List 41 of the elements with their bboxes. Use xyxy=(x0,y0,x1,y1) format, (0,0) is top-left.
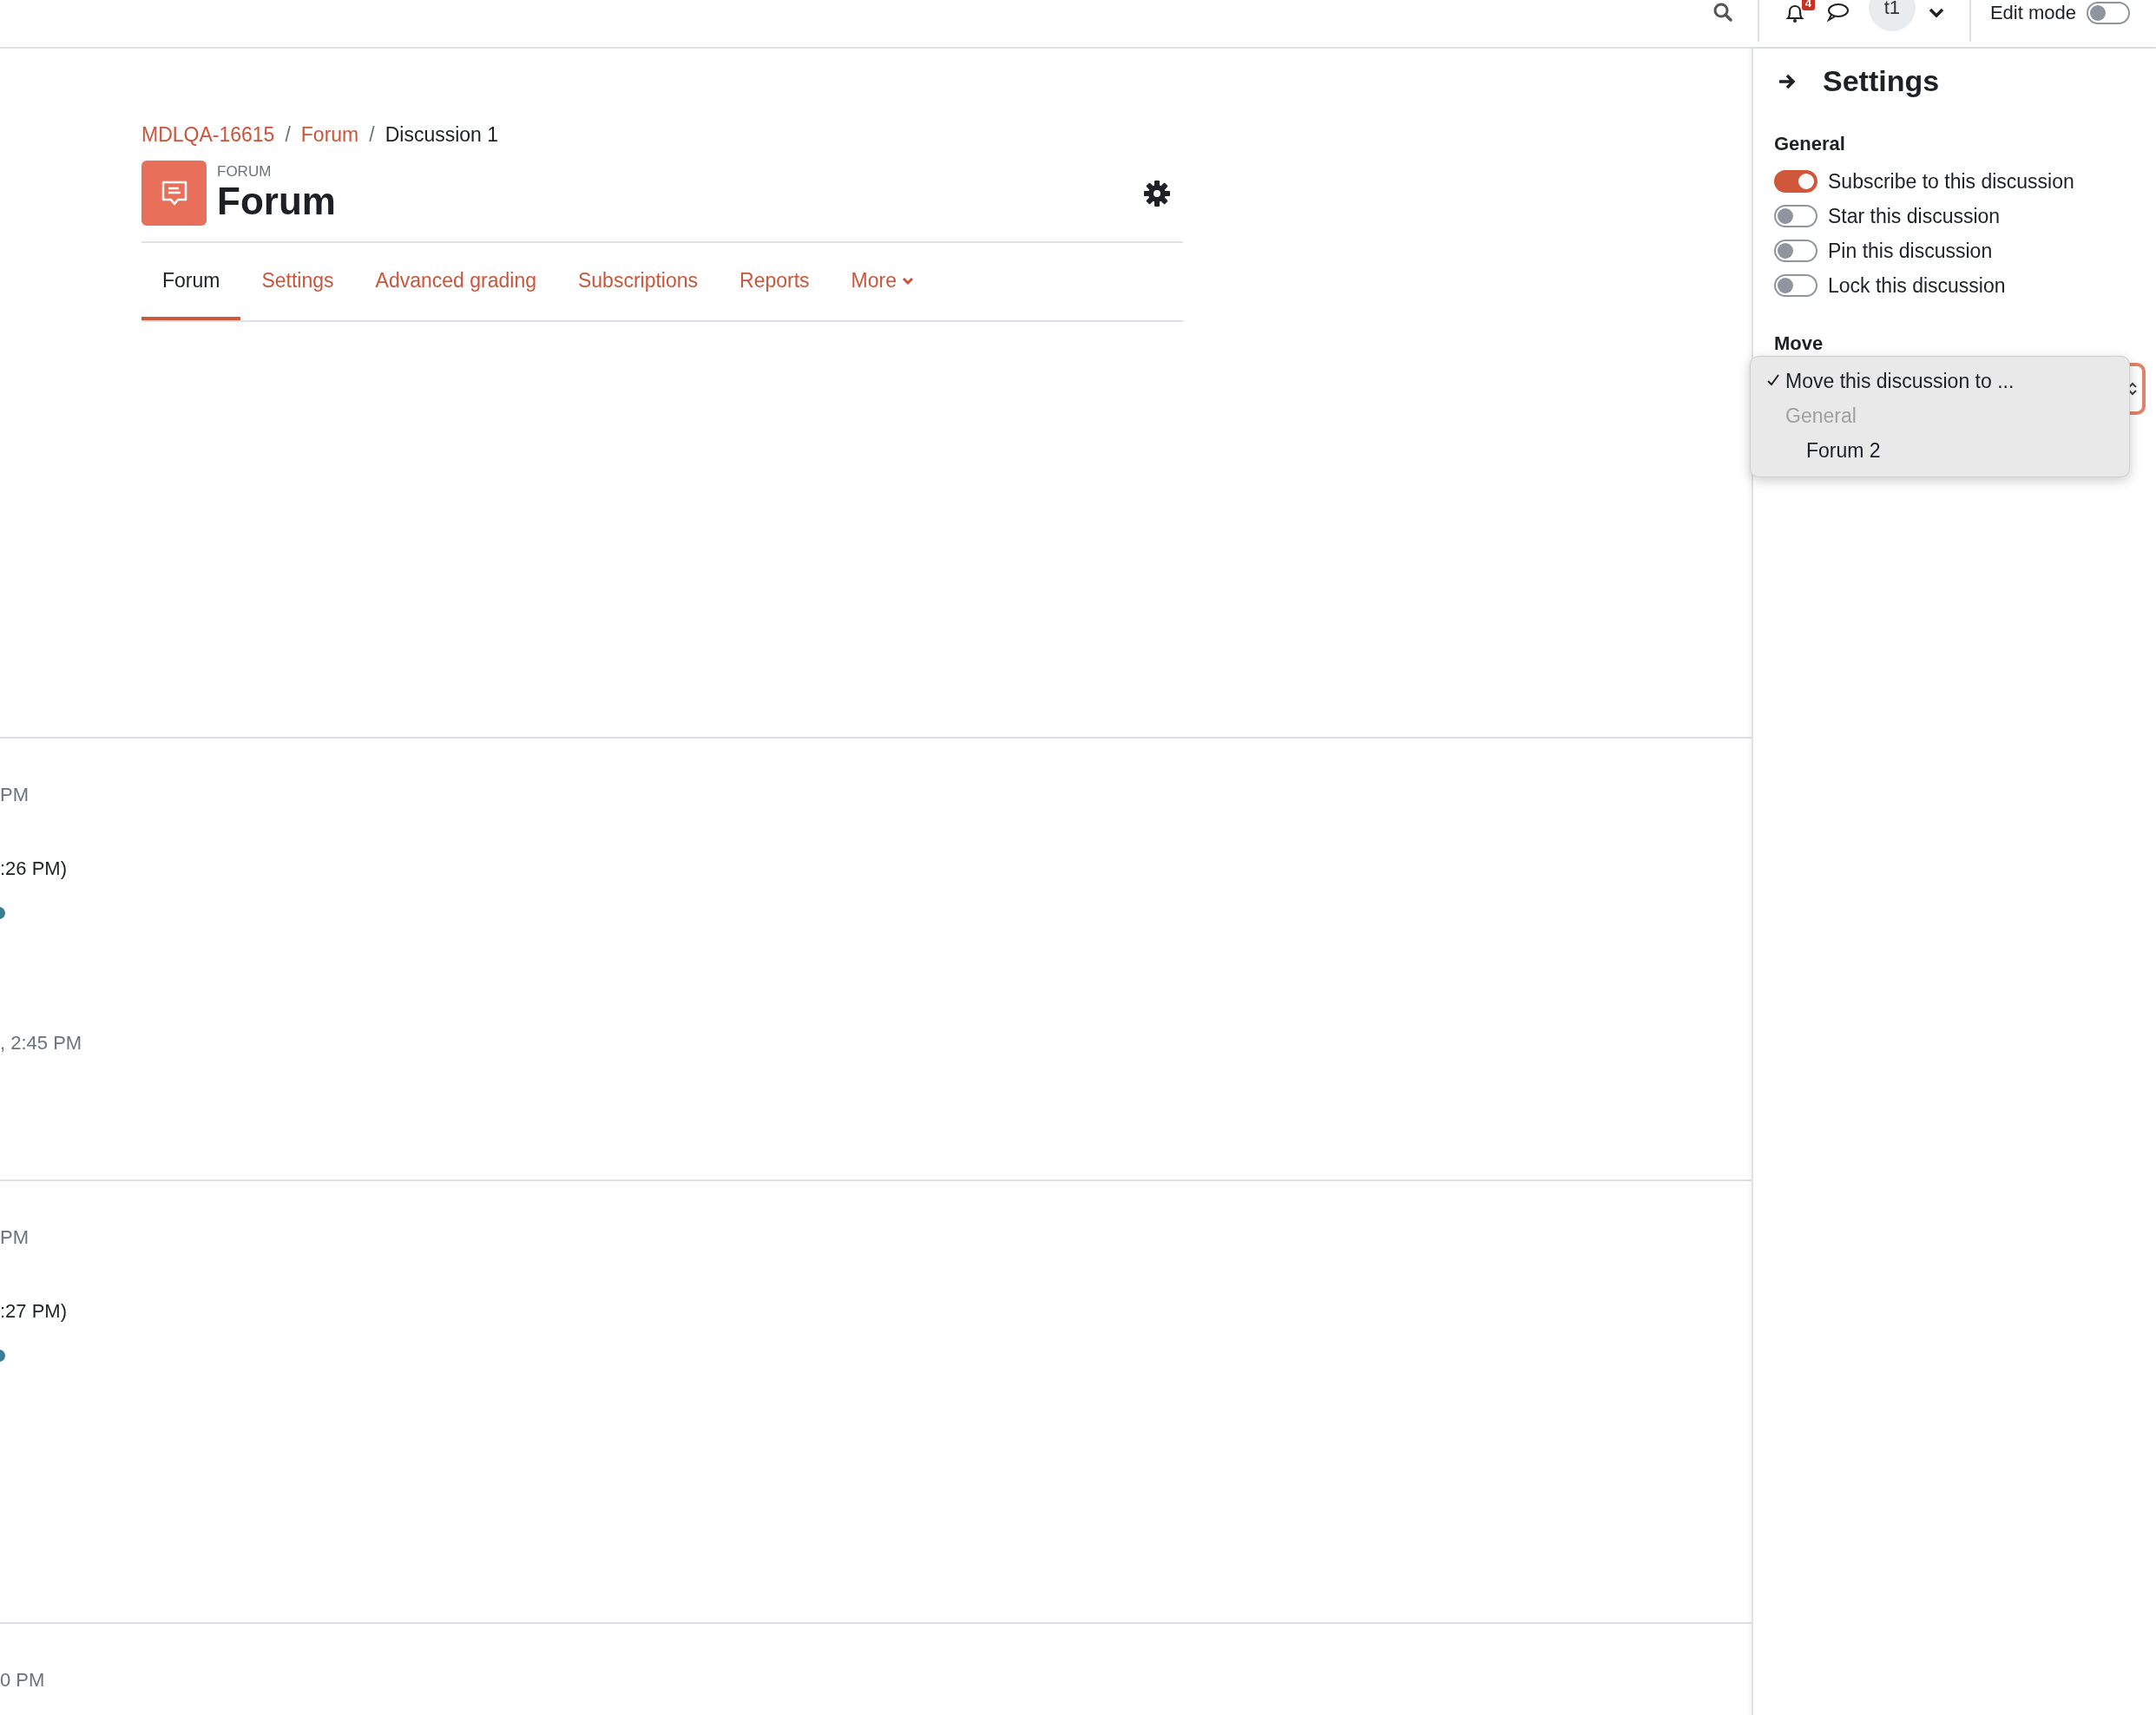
dropdown-option[interactable]: Forum 2 xyxy=(1785,438,1881,463)
breadcrumb-link[interactable]: MDLQA-16615 xyxy=(141,123,275,147)
nav-tab[interactable]: Subscriptions xyxy=(557,243,720,320)
section-heading: Move xyxy=(1774,332,1824,355)
toggle-switch[interactable] xyxy=(1774,170,1817,193)
option-group-label: General xyxy=(1785,404,1857,428)
post-detail: :26 PM) xyxy=(0,858,68,880)
drawer-title: Settings xyxy=(1823,64,1940,98)
breadcrumb-separator: / xyxy=(285,123,291,147)
nav-tab[interactable]: Forum xyxy=(141,243,241,320)
toggle-switch[interactable] xyxy=(1774,274,1817,297)
arrow-right-icon[interactable] xyxy=(1778,72,1797,90)
nav-tab[interactable]: Reports xyxy=(719,243,831,320)
toggle-label: Pin this discussion xyxy=(1828,239,1993,263)
caret-icon xyxy=(902,276,914,286)
nav-tab[interactable]: More xyxy=(830,243,935,320)
settings-icon[interactable] xyxy=(1143,179,1171,207)
section-heading: General xyxy=(1774,133,1846,155)
toggle-switch[interactable] xyxy=(1774,240,1817,262)
toggle-switch[interactable] xyxy=(1774,205,1817,227)
toggle-label: Subscribe to this discussion xyxy=(1828,169,2074,194)
post-date: PM xyxy=(0,784,29,806)
post-time: , 2:45 PM xyxy=(0,1032,82,1055)
toggle-label: Star this discussion xyxy=(1828,204,2001,228)
post-date: 0 PM xyxy=(0,1669,45,1692)
toggle-label: Lock this discussion xyxy=(1828,273,2006,298)
activity-type-label: FORUM xyxy=(217,163,273,181)
page-title: Forum xyxy=(217,181,337,223)
edit-mode-label: Edit mode xyxy=(1989,2,2076,24)
user-avatar[interactable]: t1 xyxy=(1868,0,1916,31)
breadcrumb-link[interactable]: Forum xyxy=(300,123,359,147)
sort-arrows-icon xyxy=(2128,382,2137,396)
nav-tab[interactable]: Settings xyxy=(240,243,355,320)
forum-icon xyxy=(141,161,207,226)
dropdown-option[interactable]: Move this discussion to ... xyxy=(1785,369,2015,393)
nav-tab[interactable]: Advanced grading xyxy=(354,243,557,320)
post-date: PM xyxy=(0,1226,29,1249)
post-detail: :27 PM) xyxy=(0,1300,68,1323)
breadcrumb-current: Discussion 1 xyxy=(385,123,499,147)
breadcrumb-separator: / xyxy=(369,123,375,147)
edit-mode-switch[interactable] xyxy=(2087,2,2130,24)
